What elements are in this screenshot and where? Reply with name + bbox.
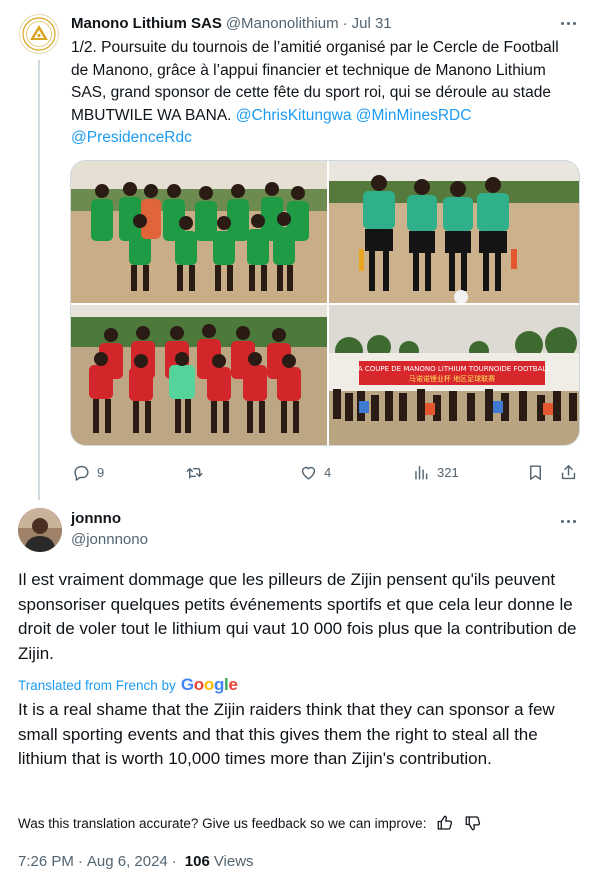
- separator-dot: ·: [342, 14, 348, 32]
- tweet-date[interactable]: Jul 31: [352, 15, 392, 32]
- reply-date[interactable]: Aug 6, 2024: [87, 853, 168, 870]
- like-action[interactable]: 4: [299, 458, 331, 486]
- mention-link[interactable]: @MinMinesRDC: [356, 107, 472, 124]
- views-action[interactable]: 321: [412, 458, 459, 486]
- translation-feedback: Was this translation accurate? Give us f…: [18, 812, 482, 834]
- media-grid: LA COUPE DE MANONO LITHIUM TOURNOIDE FOO…: [70, 160, 580, 446]
- mention-link[interactable]: @ChrisKitungwa: [236, 107, 352, 124]
- parent-tweet[interactable]: Manono Lithium SAS @Manonolithium · Jul …: [0, 0, 598, 500]
- views-bars-icon: [415, 465, 428, 480]
- mention-link[interactable]: @PresidenceRdc: [71, 129, 192, 146]
- thumbs-down-icon[interactable]: [464, 814, 482, 832]
- reply-count: 9: [97, 464, 105, 480]
- tweet-actions: 9 4 321: [72, 458, 580, 486]
- manono-logo-icon: [22, 17, 56, 51]
- reply-original-text: Il est vraiment dommage que les pilleurs…: [18, 570, 577, 663]
- photo-referees[interactable]: [329, 161, 579, 303]
- thread-connector-line: [38, 60, 40, 500]
- translated-from-label: Translated from French by: [18, 677, 176, 693]
- reply-tweet: jonnno @jonnnono Il est vraiment dommage…: [0, 500, 598, 882]
- thumbs-up-icon[interactable]: [436, 814, 454, 832]
- retweet-action[interactable]: [185, 458, 210, 486]
- google-logo-icon: Google: [180, 675, 238, 694]
- reply-author-name[interactable]: jonnno: [71, 510, 121, 527]
- tweet-text: 1/2. Poursuite du tournois de l’amitié o…: [71, 37, 571, 150]
- retweet-icon: [186, 467, 203, 479]
- like-count: 4: [324, 464, 332, 480]
- reply-more-options-icon[interactable]: [558, 512, 578, 530]
- share-icon: [561, 464, 576, 479]
- banner-text: LA COUPE DE MANONO LITHIUM TOURNOIDE FOO…: [354, 365, 550, 373]
- avatar-photo-icon: [18, 508, 62, 552]
- banner-subtext: 马诺诺锂业杯 地区足球联赛: [409, 374, 495, 383]
- reply-timestamp-row: 7:26 PM · Aug 6, 2024 · 106 Views: [18, 850, 254, 872]
- manono-lithium-avatar[interactable]: [19, 14, 59, 54]
- feedback-prompt: Was this translation accurate? Give us f…: [18, 815, 427, 831]
- reply-translated-text: It is a real shame that the Zijin raider…: [18, 700, 555, 768]
- reply-time[interactable]: 7:26 PM: [18, 853, 74, 870]
- jonnno-avatar[interactable]: [18, 508, 62, 552]
- bookmark-icon: [530, 464, 541, 480]
- share-action[interactable]: [559, 458, 578, 486]
- bookmark-action[interactable]: [526, 458, 545, 486]
- photo-team-red[interactable]: [71, 305, 327, 445]
- photo-team-green[interactable]: [71, 161, 327, 303]
- reply-views-label: Views: [213, 852, 254, 870]
- separator-dot: ·: [171, 852, 177, 870]
- separator-dot: ·: [77, 852, 83, 870]
- reply-views-count: 106: [184, 852, 210, 870]
- photo-crowd-banner[interactable]: LA COUPE DE MANONO LITHIUM TOURNOIDE FOO…: [329, 305, 579, 445]
- heart-icon: [301, 466, 316, 480]
- more-options-icon[interactable]: [558, 14, 578, 32]
- reply-author-handle[interactable]: @jonnnono: [71, 531, 148, 548]
- author-name[interactable]: Manono Lithium SAS: [71, 15, 222, 32]
- translation-attribution[interactable]: Translated from French by Google: [18, 674, 238, 696]
- author-handle[interactable]: @Manonolithium: [226, 15, 339, 32]
- tweet-header: Manono Lithium SAS @Manonolithium · Jul …: [71, 12, 578, 34]
- views-count: 321: [437, 464, 459, 480]
- reply-icon: [74, 465, 89, 481]
- reply-action[interactable]: 9: [72, 458, 104, 486]
